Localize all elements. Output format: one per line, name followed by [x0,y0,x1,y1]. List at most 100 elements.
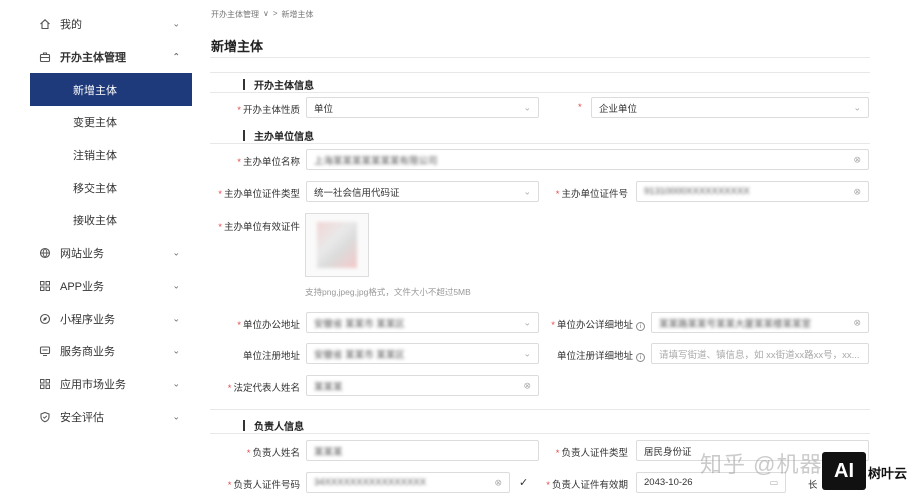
divider [210,409,870,410]
entity-subtype-select[interactable]: 企业单位 ⌄ [591,97,869,118]
main-content: 开办主体管理 ∨ > 新增主体 新增主体 开办主体信息 * 开办主体性质 单位 ⌄… [210,0,870,500]
field-label: * 主办单位证件号 [555,189,628,200]
sidebar: 我的 ⌄ 开办主体管理 ⌃ 新增主体 变更主体 注销主体 移交主体 接收主体 网… [30,8,192,500]
uploaded-cert-thumbnail [317,222,357,268]
org-cert-type-select[interactable]: 统一社会信用代码证 ⌄ [306,181,539,202]
check-icon: ✓ [519,477,529,489]
divider [210,143,870,144]
chevron-down-icon: ⌄ [172,411,180,422]
section-bar [243,420,245,431]
sidebar-subitem-transfer-entity[interactable]: 移交主体 [30,171,192,204]
field-label: * 主办单位证件类型 [218,189,300,200]
sidebar-item-miniprogram[interactable]: 小程序业务 ⌄ [30,302,192,335]
field-label: * 负责人姓名 [246,448,300,459]
chevron-down-icon: ⌄ [853,102,861,112]
upload-hint: 支持png,jpeg,jpg格式，文件大小不超过5MB [305,287,471,297]
sidebar-subitem-change-entity[interactable]: 变更主体 [30,106,192,139]
brand-logo: AI [822,452,866,490]
sidebar-item-label: 开办主体管理 [60,52,126,65]
chevron-down-icon: ⌄ [172,313,180,324]
clear-icon[interactable]: ⊗ [853,317,861,328]
info-icon[interactable]: i [636,353,645,362]
chevron-down-icon: ⌄ [172,345,180,356]
registered-detail-address-input[interactable]: 请填写街道、镇信息，如 xx街道xx路xx号，xx... [651,343,869,364]
section-title-text: 主办单位信息 [254,132,314,143]
sidebar-subitem-receive-entity[interactable]: 接收主体 [30,204,192,237]
org-name-input[interactable]: 上海某某某某某某某有限公司 ⊗ [306,149,869,170]
sidebar-item-label: 服务商业务 [60,346,115,359]
divider [210,92,870,93]
field-label: * 单位办公详细地址 i [551,317,645,331]
field-label: * 主办单位有效证件 [218,222,300,233]
person-name-input[interactable]: 某某某 [306,440,539,461]
section-title-text: 负责人信息 [254,422,304,433]
registered-address-select[interactable]: 安徽省 某某市 某某区 ⌄ [306,343,539,364]
office-detail-address-input[interactable]: 某某路某某号某某大厦某某楼某某室 ⊗ [651,312,869,333]
breadcrumb-separator: > [272,9,278,18]
breadcrumb-current: 新增主体 [281,10,314,19]
sidebar-item-app-market[interactable]: 应用市场业务 ⌄ [30,368,192,401]
section-title: 负责人信息 [243,418,304,433]
clear-icon[interactable]: ⊗ [523,380,531,391]
field-label: * 主办单位名称 [237,157,300,168]
field-label: * 负责人证件号码 [227,480,300,491]
sidebar-item-mine[interactable]: 我的 ⌄ [30,8,192,41]
section-title: 主办单位信息 [243,128,314,143]
office-address-select[interactable]: 安徽省 某某市 某某区 ⌄ [306,312,539,333]
home-icon [39,18,51,30]
person-cert-number-input[interactable]: 34XXXXXXXXXXXXXXXX ⊗ [306,472,510,493]
org-cert-number-input[interactable]: 91310000XXXXXXXXXX ⊗ [636,181,869,202]
clear-icon[interactable]: ⊗ [853,154,861,165]
grid-icon [39,378,51,390]
clear-icon[interactable]: ⊗ [853,186,861,197]
sidebar-item-security-assessment[interactable]: 安全评估 ⌄ [30,400,192,433]
compass-icon [39,313,51,325]
section-title: 开办主体信息 [243,77,314,92]
sidebar-item-app[interactable]: APP业务 ⌄ [30,270,192,303]
chevron-down-icon: ⌄ [523,317,531,327]
chevron-down-icon: ⌄ [523,348,531,358]
shield-icon [39,411,51,423]
sidebar-item-entity-management[interactable]: 开办主体管理 ⌃ [30,41,192,74]
sidebar-subitem-cancel-entity[interactable]: 注销主体 [30,139,192,172]
section-bar [243,130,245,141]
field-label: * 负责人证件类型 [555,448,628,459]
entity-nature-select[interactable]: 单位 ⌄ [306,97,539,118]
breadcrumb-parent[interactable]: 开办主体管理 [211,9,259,20]
clear-icon[interactable]: ⊗ [494,477,502,488]
section-bar [243,79,245,90]
sidebar-item-website[interactable]: 网站业务 ⌄ [30,237,192,270]
sidebar-item-label: 网站业务 [60,248,104,261]
chevron-down-icon: ⌄ [172,280,180,291]
chevron-up-icon: ⌃ [172,51,180,62]
chevron-down-icon: ⌄ [172,18,180,29]
brand-text: 树叶云 [868,466,908,481]
sidebar-item-label: 应用市场业务 [60,378,126,391]
field-label: * 开办主体性质 [237,105,300,116]
sidebar-item-label: 安全评估 [60,411,104,424]
sidebar-item-service-provider[interactable]: 服务商业务 ⌄ [30,335,192,368]
field-label: * 法定代表人姓名 [227,383,300,394]
sidebar-item-label: 我的 [60,19,82,32]
cert-upload-box[interactable] [305,213,369,277]
sidebar-subitem-add-entity[interactable]: 新增主体 [30,73,192,107]
globe-icon [39,247,51,259]
sidebar-item-label: APP业务 [60,280,105,293]
chevron-down-icon: ⌄ [523,186,531,196]
monitor-icon [39,345,51,357]
legal-representative-input[interactable]: 某某某 ⊗ [306,375,539,396]
field-label: * 负责人证件有效期 [546,480,628,491]
field-label: 单位注册详细地址 i [557,348,645,362]
info-icon[interactable]: i [636,322,645,331]
page-title: 新增主体 [211,39,264,54]
chevron-down-icon: ∨ [263,9,269,18]
long-term-label[interactable]: 长 [808,477,818,491]
grid-icon [39,280,51,292]
briefcase-icon [39,51,51,63]
chevron-down-icon: ⌄ [172,378,180,389]
required-marker: * [578,102,582,113]
field-label: 单位注册地址 [242,351,300,362]
chevron-down-icon: ⌄ [523,102,531,112]
sidebar-item-label: 小程序业务 [60,313,115,326]
section-title-text: 开办主体信息 [254,81,314,92]
